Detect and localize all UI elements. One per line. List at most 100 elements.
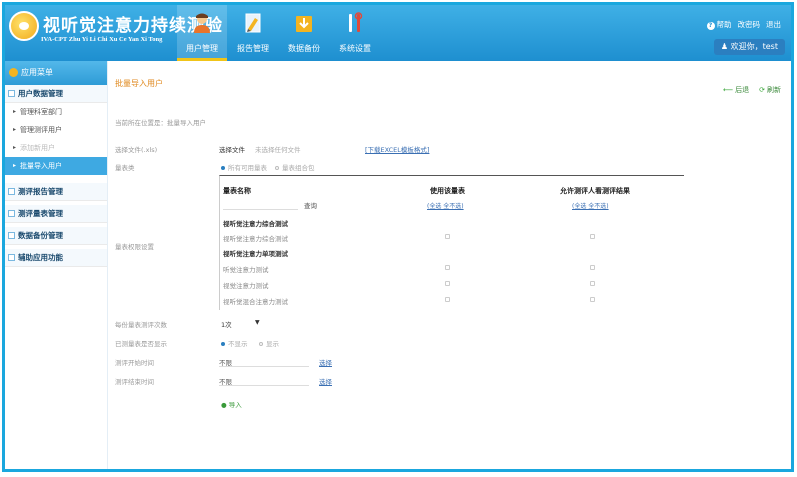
main-content: 批量导入用户 ⟵ 后退 ⟳ 刷新 当前所在位置是：批量导入用户 选择文件(.xls)…: [109, 61, 791, 469]
logout-link[interactable]: 退出: [766, 19, 781, 30]
sidebar-group-scales[interactable]: 测评量表管理: [5, 205, 107, 223]
settings-icon: [349, 12, 363, 32]
users-icon: [194, 13, 210, 33]
finished-opt-hide[interactable]: 不显示: [221, 338, 248, 348]
folder-icon: [8, 254, 15, 261]
start-time-select-link[interactable]: 选择: [319, 357, 332, 367]
finished-opt-show[interactable]: 显示: [259, 338, 279, 348]
col-header-use-scale: 使用该量表: [430, 187, 465, 195]
choose-file-button[interactable]: 选择文件: [219, 144, 245, 154]
change-password-link[interactable]: 改密码: [738, 19, 761, 30]
limit-select[interactable]: 1次: [221, 319, 232, 329]
sidebar-item-batch-import[interactable]: 批量导入用户: [5, 157, 107, 175]
nav-label: 数据备份: [288, 44, 320, 53]
permission-label: 量表权限设置: [115, 243, 154, 251]
sidebar-group-label: 辅助应用功能: [18, 253, 63, 262]
welcome-text: 欢迎你，test: [730, 42, 778, 51]
download-template-link[interactable]: [下载EXCEL模板格式]: [365, 144, 429, 154]
sidebar-group-label: 用户数据管理: [18, 89, 63, 98]
view-checkbox[interactable]: [590, 297, 595, 302]
use-checkbox[interactable]: [445, 234, 450, 239]
app-subtitle: IVA-CPT Zhu Yi Li Chi Xu Ce Yan Xi Tong: [41, 36, 163, 43]
row-label: 视听觉注意力综合测试: [223, 235, 288, 243]
header: 视听觉注意力持续测验 IVA-CPT Zhu Yi Li Chi Xu Ce Y…: [5, 5, 791, 61]
sidebar-group-user-data[interactable]: 用户数据管理: [5, 85, 107, 103]
top-links: ? 帮助 改密码 退出: [706, 19, 781, 30]
finished-opt-hide-label: 不显示: [228, 340, 248, 348]
welcome-badge[interactable]: ♟ 欢迎你，test: [713, 39, 785, 55]
end-time-select-link[interactable]: 选择: [319, 376, 332, 386]
use-checkbox[interactable]: [445, 265, 450, 270]
view-checkbox[interactable]: [590, 234, 595, 239]
nav-label: 系统设置: [339, 44, 371, 53]
file-label: 选择文件(.xls): [115, 146, 158, 154]
view-select-links[interactable]: (全选 全不选): [572, 201, 609, 210]
table-row: 视觉注意力测试: [220, 276, 684, 291]
refresh-button[interactable]: ⟳ 刷新: [759, 85, 781, 95]
finished-opt-show-label: 显示: [266, 340, 279, 348]
radio-icon: [259, 342, 263, 346]
table-row-category: 视听觉注意力单项测试: [220, 244, 684, 259]
limit-label: 每份量表测评次数: [115, 321, 167, 329]
nav-data-backup[interactable]: 数据备份: [279, 5, 329, 61]
table-row: 听觉注意力测试: [220, 260, 684, 275]
table-row-category: 视听觉注意力综合测试: [220, 214, 684, 229]
back-arrow-icon: ⟵: [723, 86, 734, 94]
view-checkbox[interactable]: [590, 265, 595, 270]
start-time-label: 测评开始时间: [115, 359, 154, 367]
main-nav: 用户管理 报告管理 数据备份 系统设置: [177, 5, 381, 61]
breadcrumb: 当前所在位置是：批量导入用户: [115, 119, 206, 127]
col-header-allow-view: 允许测评人看测评结果: [560, 187, 630, 195]
user-icon: ♟: [720, 42, 729, 51]
sidebar: 应用菜单 用户数据管理 管理科室部门 管理测评用户 添加新用户 批量导入用户 测…: [5, 61, 108, 469]
folder-icon: [8, 90, 15, 97]
sidebar-group-reports[interactable]: 测评报告管理: [5, 183, 107, 201]
sidebar-group-backup[interactable]: 数据备份管理: [5, 227, 107, 245]
refresh-label: 刷新: [767, 86, 781, 94]
back-button[interactable]: ⟵ 后退: [723, 85, 749, 95]
row-label: 视听觉混合注意力测试: [223, 298, 288, 306]
query-button[interactable]: 查询: [304, 200, 317, 210]
scale-option-all-label: 所有可用量表: [228, 164, 267, 172]
nav-user-management[interactable]: 用户管理: [177, 5, 227, 61]
scale-option-group[interactable]: 量表组合包: [275, 162, 315, 172]
row-label: 视听觉注意力综合测试: [223, 220, 288, 228]
radio-selected-icon: [221, 166, 225, 170]
scale-option-all[interactable]: 所有可用量表: [221, 162, 267, 172]
app-logo-icon: [9, 11, 39, 41]
folder-icon: [8, 232, 15, 239]
report-icon: [245, 13, 261, 33]
use-checkbox[interactable]: [445, 297, 450, 302]
row-label: 听觉注意力测试: [223, 266, 269, 274]
scale-type-label: 量表类: [115, 164, 135, 172]
help-link[interactable]: ? 帮助: [706, 19, 732, 30]
end-time-label: 测评结束时间: [115, 378, 154, 386]
scale-search-input[interactable]: [223, 209, 298, 210]
backup-icon: [296, 16, 312, 32]
use-select-links[interactable]: (全选 全不选): [427, 201, 464, 210]
radio-icon: [275, 166, 279, 170]
view-checkbox[interactable]: [590, 281, 595, 286]
scale-option-group-label: 量表组合包: [282, 164, 315, 172]
help-label: 帮助: [716, 20, 732, 29]
nav-label: 报告管理: [237, 44, 269, 53]
sidebar-group-label: 测评量表管理: [18, 209, 63, 218]
sidebar-group-utilities[interactable]: 辅助应用功能: [5, 249, 107, 267]
sidebar-item-departments[interactable]: 管理科室部门: [5, 103, 107, 121]
limit-value: 1次: [221, 321, 232, 329]
use-checkbox[interactable]: [445, 281, 450, 286]
nav-report-management[interactable]: 报告管理: [228, 5, 278, 61]
sidebar-item-add-user[interactable]: 添加新用户: [5, 139, 107, 157]
sidebar-group-label: 数据备份管理: [18, 231, 63, 240]
finished-label: 已测量表是否显示: [115, 340, 167, 348]
sidebar-group-label: 测评报告管理: [18, 187, 63, 196]
nav-system-settings[interactable]: 系统设置: [330, 5, 380, 61]
refresh-icon: ⟳: [759, 86, 765, 94]
row-label: 视听觉注意力单项测试: [223, 250, 288, 258]
import-button[interactable]: ● 导入: [221, 399, 242, 409]
app-window: 视听觉注意力持续测验 IVA-CPT Zhu Yi Li Chi Xu Ce Y…: [2, 2, 794, 472]
sidebar-item-users[interactable]: 管理测评用户: [5, 121, 107, 139]
back-label: 后退: [735, 86, 750, 94]
end-time-underline: [219, 385, 309, 386]
folder-icon: [8, 210, 15, 217]
